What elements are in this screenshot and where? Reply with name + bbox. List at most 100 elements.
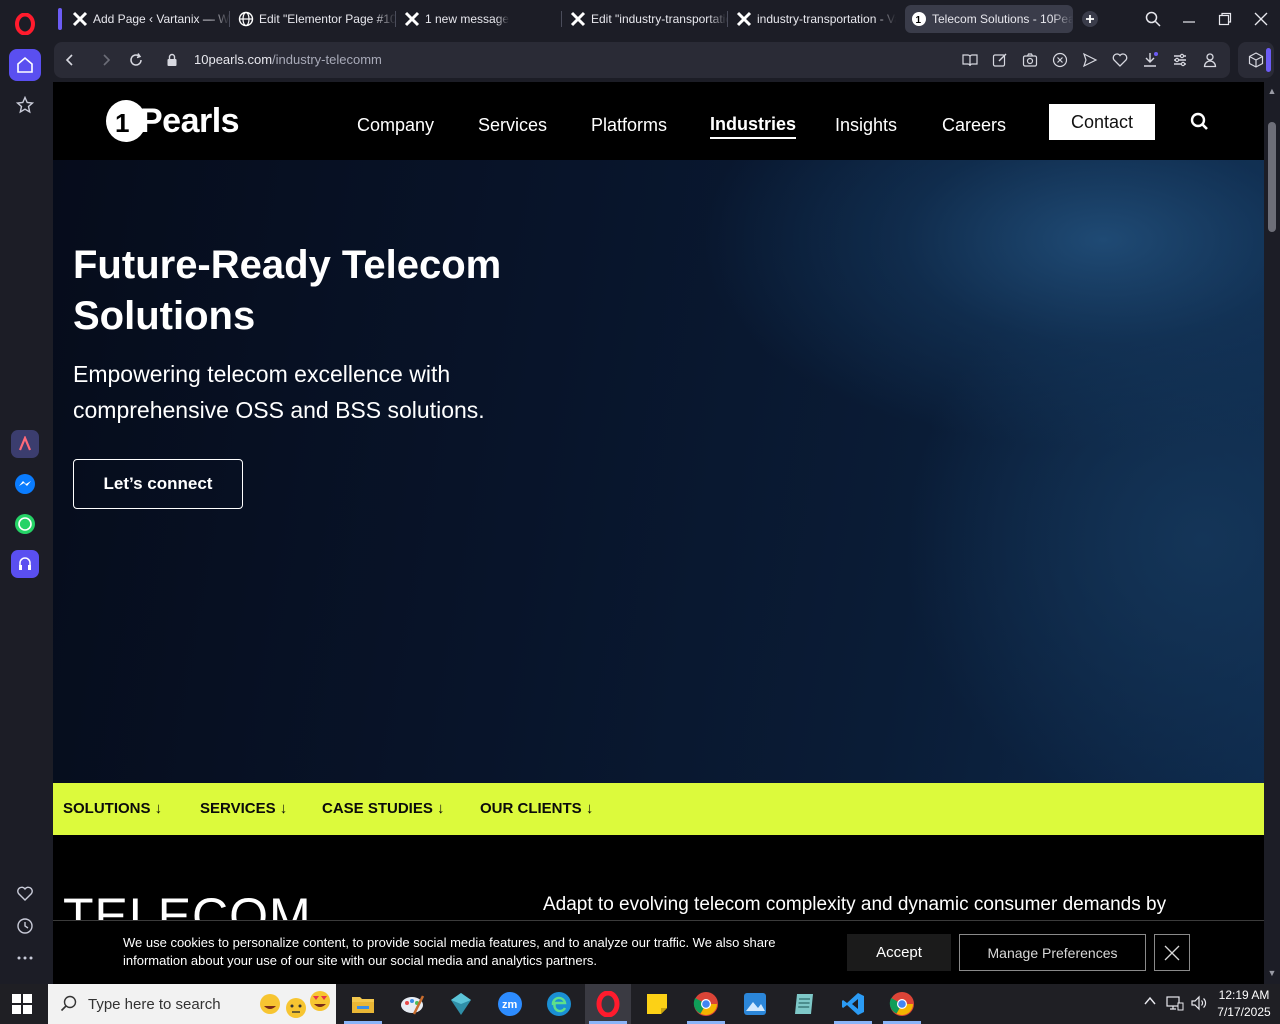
opera-sidebar <box>0 0 50 984</box>
tab-add-page[interactable]: Add Page ‹ Vartanix — WordPress <box>66 5 230 33</box>
taskbar-search-placeholder: Type here to search <box>88 996 221 1013</box>
photos-app-icon[interactable] <box>741 990 769 1018</box>
zoom-icon[interactable]: zm <box>496 990 524 1018</box>
sidebar-toggle-indicator <box>1266 48 1271 72</box>
page-scrollbar[interactable]: ▲ ▼ <box>1264 82 1280 984</box>
menu-company[interactable]: Company <box>357 115 434 136</box>
windows-start-icon[interactable] <box>12 994 32 1014</box>
subnav-solutions[interactable]: SOLUTIONS ↓ <box>63 800 162 817</box>
scroll-down-icon[interactable]: ▼ <box>1267 968 1277 978</box>
network-icon[interactable] <box>1166 994 1184 1015</box>
menu-insights[interactable]: Insights <box>835 115 897 136</box>
taskbar-clock[interactable]: 12:19 AM 7/17/2025 <box>1214 987 1274 1021</box>
tab-island-marker <box>58 8 62 30</box>
tab-industry-transportation[interactable]: industry-transportation - Vartanix <box>730 5 896 33</box>
accept-cookies-button[interactable]: Accept <box>847 934 951 971</box>
close-window-icon[interactable] <box>1248 6 1274 32</box>
more-options-icon[interactable] <box>9 942 41 974</box>
home-icon[interactable] <box>9 49 41 81</box>
url-host: 10pearls.com <box>194 52 273 67</box>
logo-mark-text: 1 <box>115 108 130 138</box>
cookie-text: We use cookies to personalize content, t… <box>123 935 776 968</box>
heart-icon[interactable] <box>9 878 41 910</box>
music-player-icon[interactable] <box>11 550 39 578</box>
tray-chevron-icon[interactable] <box>1143 994 1157 1011</box>
globe-icon <box>238 11 254 27</box>
star-icon[interactable] <box>9 89 41 121</box>
clock-time: 12:19 AM <box>1218 988 1270 1002</box>
scroll-up-icon[interactable]: ▲ <box>1267 86 1277 96</box>
address-bar: 10pearls.com/industry-telecomm <box>50 38 1280 82</box>
manage-preferences-button[interactable]: Manage Preferences <box>959 934 1146 971</box>
page-viewport: 1 Pearls Company Services Platforms Indu… <box>53 82 1264 984</box>
search-icon <box>60 995 78 1018</box>
file-explorer-icon[interactable] <box>349 990 377 1018</box>
notepad-app-icon[interactable] <box>790 990 818 1018</box>
screen: Add Page ‹ Vartanix — WordPress Edit "El… <box>0 0 1280 1024</box>
cookie-banner: We use cookies to personalize content, t… <box>53 920 1264 984</box>
forward-icon[interactable] <box>96 50 116 70</box>
url-path: /industry-telecomm <box>272 52 382 67</box>
ad-blocker-icon[interactable] <box>1050 50 1070 70</box>
svg-text:zm: zm <box>502 999 518 1011</box>
tab-edit-elementor[interactable]: Edit "Elementor Page #1093" <box>232 5 396 33</box>
subnav-case-studies[interactable]: CASE STUDIES ↓ <box>322 800 445 817</box>
subnav-services[interactable]: SERVICES ↓ <box>200 800 287 817</box>
section-text: Adapt to evolving telecom complexity and… <box>543 894 1167 915</box>
menu-services[interactable]: Services <box>478 115 547 136</box>
tab-search-icon[interactable] <box>1140 6 1166 32</box>
url-field[interactable]: 10pearls.com/industry-telecomm <box>194 52 382 67</box>
menu-platforms[interactable]: Platforms <box>591 115 667 136</box>
bookmark-heart-icon[interactable] <box>1110 50 1130 70</box>
send-flow-icon[interactable] <box>1080 50 1100 70</box>
x-logo-icon <box>72 11 88 27</box>
scroll-thumb[interactable] <box>1268 122 1276 232</box>
volume-icon[interactable] <box>1190 994 1208 1015</box>
reload-icon[interactable] <box>126 50 146 70</box>
clock-date: 7/17/2025 <box>1217 1005 1271 1019</box>
lock-icon[interactable] <box>162 50 182 70</box>
gem-app-icon[interactable] <box>447 990 475 1018</box>
chrome-profile-icon[interactable] <box>888 990 916 1018</box>
minimize-icon[interactable] <box>1176 6 1202 32</box>
hero-subtitle: Empowering telecom excellence with compr… <box>73 361 485 423</box>
contact-button[interactable]: Contact <box>1049 104 1155 140</box>
easy-setup-icon[interactable] <box>1170 50 1190 70</box>
tab-edit-transportation[interactable]: Edit "industry-transportation" <box>564 5 728 33</box>
opera-logo-icon[interactable] <box>13 12 37 36</box>
tab-telecom-solutions[interactable]: 1 Telecom Solutions - 10Pearls <box>905 5 1073 33</box>
subnav-our-clients[interactable]: OUR CLIENTS ↓ <box>480 800 593 817</box>
aria-icon[interactable] <box>11 430 39 458</box>
site-search-icon[interactable] <box>1190 112 1212 134</box>
tab-new-message[interactable]: 1 new message <box>398 5 562 33</box>
taskbar-search-box[interactable]: Type here to search <box>48 984 336 1024</box>
snapshot-camera-icon[interactable] <box>1020 50 1040 70</box>
site-header: 1 Pearls Company Services Platforms Indu… <box>53 82 1264 160</box>
edit-page-icon[interactable] <box>990 50 1010 70</box>
svg-text:1: 1 <box>916 15 922 26</box>
sticky-notes-icon[interactable] <box>643 990 671 1018</box>
x-logo-icon <box>736 11 752 27</box>
downloads-icon[interactable] <box>1140 50 1160 70</box>
10pearls-icon: 1 <box>911 11 927 27</box>
profile-icon[interactable] <box>1200 50 1220 70</box>
whatsapp-icon[interactable] <box>11 510 39 538</box>
paint-app-icon[interactable] <box>398 990 426 1018</box>
edge-icon[interactable] <box>545 990 573 1018</box>
lets-connect-button[interactable]: Let’s connect <box>73 459 243 509</box>
menu-careers[interactable]: Careers <box>942 115 1006 136</box>
address-field-container: 10pearls.com/industry-telecomm <box>54 42 1230 78</box>
site-logo[interactable]: 1 Pearls <box>106 100 240 142</box>
vscode-icon[interactable] <box>839 990 867 1018</box>
close-icon[interactable] <box>1154 934 1190 971</box>
messenger-icon[interactable] <box>11 470 39 498</box>
menu-industries[interactable]: Industries <box>710 114 797 139</box>
reader-mode-icon[interactable] <box>960 50 980 70</box>
history-icon[interactable] <box>9 910 41 942</box>
opera-taskbar-icon[interactable] <box>594 990 622 1018</box>
restore-icon[interactable] <box>1212 6 1238 32</box>
hero-section: Future-Ready Telecom Solutions Empowerin… <box>53 160 1264 783</box>
chrome-icon[interactable] <box>692 990 720 1018</box>
new-tab-button[interactable] <box>1077 6 1103 32</box>
back-icon[interactable] <box>60 50 80 70</box>
